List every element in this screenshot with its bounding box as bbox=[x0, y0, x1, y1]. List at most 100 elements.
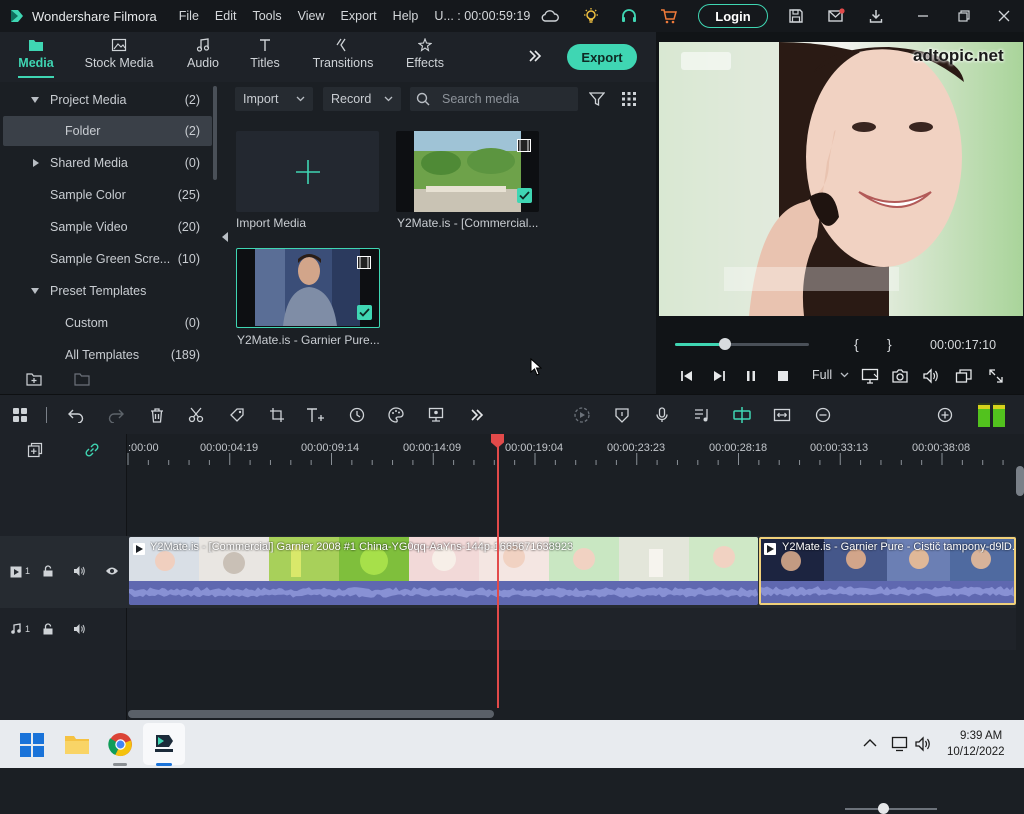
eye-visibility-icon[interactable] bbox=[105, 565, 119, 577]
menu-export[interactable]: Export bbox=[341, 9, 377, 23]
menu-edit[interactable]: Edit bbox=[215, 9, 237, 23]
fullscreen-icon[interactable] bbox=[987, 367, 1005, 385]
undo-icon[interactable] bbox=[66, 405, 86, 425]
tree-item-sample-color[interactable]: Sample Color (25) bbox=[0, 181, 212, 209]
crop-icon[interactable] bbox=[267, 405, 287, 425]
new-folder-icon[interactable] bbox=[26, 372, 42, 386]
tab-titles[interactable]: Titles bbox=[247, 32, 283, 82]
tree-item-shared-media[interactable]: Shared Media (0) bbox=[0, 149, 212, 177]
media-thumb-garnier[interactable] bbox=[236, 248, 380, 328]
tree-item-all-templates[interactable]: All Templates (189) bbox=[0, 341, 212, 369]
zoom-out-icon[interactable] bbox=[813, 405, 833, 425]
tab-audio[interactable]: Audio bbox=[183, 32, 223, 82]
tab-stock-media[interactable]: Stock Media bbox=[84, 32, 154, 82]
tree-item-sample-video[interactable]: Sample Video (20) bbox=[0, 213, 212, 241]
export-button[interactable]: Export bbox=[567, 44, 637, 70]
microphone-icon[interactable] bbox=[652, 405, 672, 425]
mail-notification-icon[interactable] bbox=[826, 6, 846, 26]
fit-timeline-icon[interactable] bbox=[772, 405, 792, 425]
redo-icon[interactable] bbox=[106, 405, 126, 425]
speaker-icon[interactable] bbox=[73, 565, 86, 577]
playhead-line[interactable] bbox=[497, 446, 499, 708]
download-icon[interactable] bbox=[866, 6, 886, 26]
file-explorer-icon[interactable] bbox=[64, 733, 90, 755]
menu-view[interactable]: View bbox=[298, 9, 325, 23]
green-screen-icon[interactable] bbox=[426, 405, 446, 425]
cloud-icon[interactable] bbox=[540, 6, 560, 26]
more-tools-icon[interactable] bbox=[467, 405, 487, 425]
tree-item-custom[interactable]: Custom (0) bbox=[0, 309, 212, 337]
audio-meter-icon[interactable] bbox=[977, 403, 1007, 427]
color-palette-icon[interactable] bbox=[386, 405, 406, 425]
menu-file[interactable]: File bbox=[179, 9, 199, 23]
mark-in-button[interactable]: { bbox=[854, 336, 859, 352]
zoom-slider-handle[interactable] bbox=[878, 803, 889, 814]
menu-tools[interactable]: Tools bbox=[252, 9, 281, 23]
tray-volume-icon[interactable] bbox=[914, 736, 932, 752]
cart-icon[interactable] bbox=[659, 6, 679, 26]
play-step-icon[interactable] bbox=[710, 367, 728, 385]
scissors-cut-icon[interactable] bbox=[186, 405, 206, 425]
filmora-taskbar-icon[interactable] bbox=[151, 731, 177, 757]
tag-label-icon[interactable] bbox=[227, 405, 247, 425]
record-dropdown[interactable]: Record bbox=[323, 87, 401, 111]
filter-icon[interactable] bbox=[589, 91, 605, 107]
tab-media[interactable]: Media bbox=[14, 32, 58, 82]
timeline-vertical-scrollbar[interactable] bbox=[1016, 466, 1024, 496]
stop-icon[interactable] bbox=[774, 367, 792, 385]
restore-icon[interactable] bbox=[954, 6, 974, 26]
tree-item-sample-green-screen[interactable]: Sample Green Scre... (10) bbox=[0, 245, 212, 273]
lightbulb-icon[interactable] bbox=[581, 6, 601, 26]
layout-grid-icon[interactable] bbox=[10, 405, 30, 425]
tree-scrollbar[interactable] bbox=[213, 86, 217, 180]
pause-icon[interactable] bbox=[742, 367, 760, 385]
preview-scrub-handle[interactable] bbox=[718, 338, 731, 350]
grid-view-icon[interactable] bbox=[621, 91, 637, 107]
tree-item-preset-templates[interactable]: Preset Templates bbox=[0, 277, 212, 305]
menu-help[interactable]: Help bbox=[393, 9, 419, 23]
speed-clock-icon[interactable] bbox=[347, 405, 367, 425]
clock-date[interactable]: 10/12/2022 bbox=[947, 746, 1005, 758]
media-thumb-commercial[interactable] bbox=[396, 131, 539, 212]
zoom-in-icon[interactable] bbox=[935, 405, 955, 425]
tab-effects[interactable]: Effects bbox=[402, 32, 448, 82]
snap-magnet-icon[interactable] bbox=[732, 405, 752, 425]
headset-support-icon[interactable] bbox=[619, 6, 639, 26]
tab-transitions[interactable]: Transitions bbox=[310, 32, 376, 82]
mark-out-button[interactable]: } bbox=[887, 336, 892, 352]
pip-window-icon[interactable] bbox=[955, 367, 973, 385]
step-back-icon[interactable] bbox=[678, 367, 696, 385]
more-tabs-icon[interactable] bbox=[527, 48, 543, 64]
timeline-horizontal-scrollbar[interactable] bbox=[128, 710, 494, 718]
speaker-icon[interactable] bbox=[73, 623, 86, 635]
windows-start-icon[interactable] bbox=[20, 733, 44, 757]
minimize-icon[interactable] bbox=[913, 6, 933, 26]
tree-item-project-media[interactable]: Project Media (2) bbox=[0, 86, 212, 114]
lock-icon[interactable] bbox=[42, 623, 54, 635]
link-icon[interactable] bbox=[84, 442, 100, 458]
tree-item-folder[interactable]: Folder (2) bbox=[3, 116, 212, 146]
snapshot-camera-icon[interactable] bbox=[891, 367, 909, 385]
zoom-slider-track[interactable] bbox=[845, 808, 937, 810]
lock-icon[interactable] bbox=[42, 565, 54, 577]
quality-dropdown[interactable]: Full bbox=[812, 368, 849, 382]
import-media-tile[interactable] bbox=[236, 131, 379, 212]
audio-mixer-icon[interactable] bbox=[692, 405, 712, 425]
delete-trash-icon[interactable] bbox=[147, 405, 167, 425]
collapse-panel-arrow-icon[interactable] bbox=[222, 232, 228, 242]
display-monitor-icon[interactable] bbox=[861, 367, 879, 385]
preview-video-frame[interactable]: adtopic.net bbox=[659, 42, 1023, 316]
add-track-icon[interactable] bbox=[27, 442, 43, 458]
time-ruler[interactable] bbox=[127, 434, 1017, 470]
add-text-icon[interactable] bbox=[306, 405, 326, 425]
tray-chevron-up-icon[interactable] bbox=[863, 738, 877, 748]
render-preview-icon[interactable] bbox=[572, 405, 592, 425]
volume-icon[interactable] bbox=[922, 367, 940, 385]
save-icon[interactable] bbox=[786, 6, 806, 26]
marker-shield-icon[interactable] bbox=[612, 405, 632, 425]
chrome-browser-icon[interactable] bbox=[108, 732, 133, 757]
close-icon[interactable] bbox=[994, 6, 1014, 26]
folder-outline-icon[interactable] bbox=[74, 372, 90, 386]
network-monitor-icon[interactable] bbox=[891, 736, 909, 752]
search-media-input[interactable] bbox=[410, 87, 578, 111]
